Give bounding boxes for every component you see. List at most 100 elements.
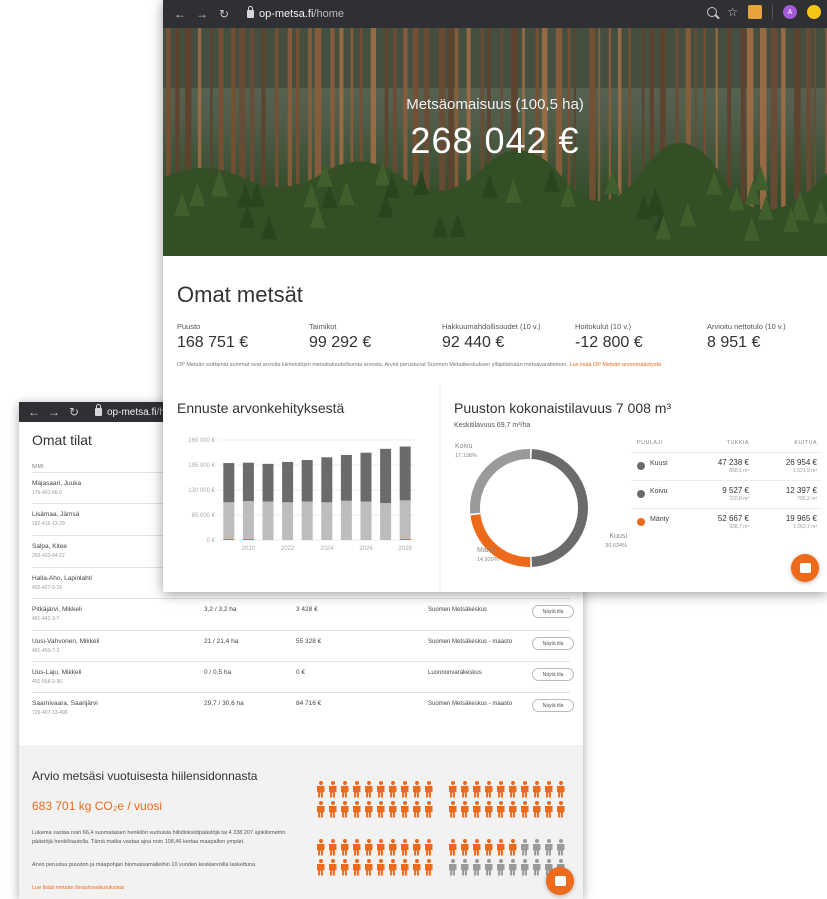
donut-label: 17,138% [455,453,477,459]
estate-name: Halla-Aho, Lapinlahti [32,575,92,582]
person-icon [484,859,493,876]
chat-button[interactable] [791,554,819,582]
person-icon [376,839,385,856]
person-icon [496,781,505,798]
search-icon[interactable] [707,7,718,17]
kpi-label: Taimikot [309,322,337,331]
pulp-value: 19 965 € [785,514,817,523]
charts-area: Ennuste arvonkehityksestä 0 € 65 000 € 130… [163,386,827,592]
col-pulp: KUITUA [794,440,817,446]
person-icon [556,781,565,798]
avatar[interactable]: A [783,5,797,19]
person-icon [520,859,529,876]
estate-value: 84 716 € [296,700,322,707]
table-row: Uusi-Vahvonen, Mikkeli 491-450-7-3 21 / 21… [32,630,574,660]
kpi-hoitokulut: Hoitokulut (10 v.) -12 800 € [575,322,643,352]
show-estate-button[interactable]: Näytä tila [532,668,574,681]
page-title: Omat tilat [32,432,92,448]
disclaimer-link[interactable]: Lue lisää OP Metsän arvonmääritystä [569,362,661,368]
person-icon [460,839,469,856]
lock-icon [95,404,102,416]
bar-segment [223,538,235,540]
person-icon [424,859,433,876]
kpi-label: Hakkuumahdollisuudet (10 v.) [442,322,541,331]
estate-value: 55 328 € [296,638,322,645]
species-table: PUULAJI TUKKIA KUITUA Kuusi 47 238 €858,5… [631,438,821,568]
person-icon [448,859,457,876]
kpi-puusto: Puusto 168 751 € [177,322,248,352]
carbon-more-link[interactable]: Lue lisää metsän ilmastovaikutuksista [32,885,124,891]
bar-segment [399,500,411,539]
back-arrow-icon[interactable]: ← [173,7,187,21]
species-name: Kuusi [650,460,668,467]
person-icon [364,801,373,818]
reload-icon[interactable]: ↻ [67,405,81,419]
species-name: Mänty [650,516,670,523]
logs-value: 47 238 € [717,458,749,467]
estate-name: Lisämaa, Jämsä [32,511,80,518]
emoji-extension-icon[interactable] [807,5,821,19]
bar-segment [360,452,372,502]
col-logs: TUKKIA [726,440,749,446]
bar-segment [301,460,313,502]
person-icon [460,781,469,798]
person-icon [340,781,349,798]
bar-segment [380,503,392,540]
estate-id: 491-450-7-3 [32,648,60,654]
carbon-note: Arvio perustuu puuston ja maapohjan biom… [32,862,257,868]
forward-arrow-icon[interactable]: → [47,405,61,419]
extension-icon[interactable] [748,5,762,19]
table-row: Pitkäjärvi, Mikkeli 491-442-3-7 3,2 / 3,2 … [32,598,574,628]
reload-icon[interactable]: ↻ [217,7,231,21]
show-estate-button[interactable]: Näytä tila [532,605,574,618]
species-color-dot [637,490,645,498]
star-icon[interactable]: ☆ [727,6,738,18]
x-tick-label: 2028 [399,546,413,552]
species-color-dot [637,462,645,470]
person-icon [316,859,325,876]
estate-id: 491-558-2-36 [32,679,63,685]
y-tick-label: 130 000 € [188,488,215,494]
kpi-value: -12 800 € [575,334,643,351]
person-icon [328,801,337,818]
y-tick-label: 65 000 € [192,513,216,519]
person-icon [484,781,493,798]
forward-arrow-icon[interactable]: → [195,7,209,21]
carbon-section: Arvio metsäsi vuotuisesta hiilensidonnas… [19,745,583,899]
person-icon [496,839,505,856]
hero-value: 268 042 € [410,120,580,161]
logs-volume: 858,5 m³ [729,468,749,474]
person-icon [412,781,421,798]
estate-source: Luonnonvarakeskus [428,670,482,676]
address-bar[interactable]: op-metsa.fi/home [259,8,344,20]
back-arrow-icon[interactable]: ← [27,405,41,419]
donut-segment [531,449,588,567]
person-icon [352,781,361,798]
x-tick-label: 2026 [359,546,373,552]
estate-source: Suomen Metsäkeskus [428,607,488,613]
bar-segment [282,502,294,540]
carbon-description: Lukema vastaa noin 66,4 suomalaisen henk… [32,830,286,845]
estate-value: 3 428 € [296,606,318,613]
kpi-nettotulo: Arvioitu nettotulo (10 v.) 8 951 € [707,322,786,352]
person-icon [412,801,421,818]
estate-name: Uusi-Vahvonen, Mikkeli [32,638,100,645]
kpi-value: 92 440 € [442,334,505,351]
person-icon [484,801,493,818]
show-estate-button[interactable]: Näytä tila [532,637,574,650]
person-icon [544,839,553,856]
donut-segment [470,449,531,514]
toolbar-divider [772,5,773,19]
donut-label: 30,634% [605,543,627,549]
show-estate-button[interactable]: Näytä tila [532,699,574,712]
chat-button[interactable] [546,867,574,895]
person-icon [496,801,505,818]
person-icon [508,801,517,818]
person-icon [388,859,397,876]
estate-name: Saarnivaara, Saarijärvi [32,700,98,707]
person-icon [340,839,349,856]
person-icon [400,801,409,818]
species-color-dot [637,518,645,526]
kpi-taimikot: Taimikot 99 292 € [309,322,371,352]
estate-name: Salpa, Kitee [32,543,68,550]
